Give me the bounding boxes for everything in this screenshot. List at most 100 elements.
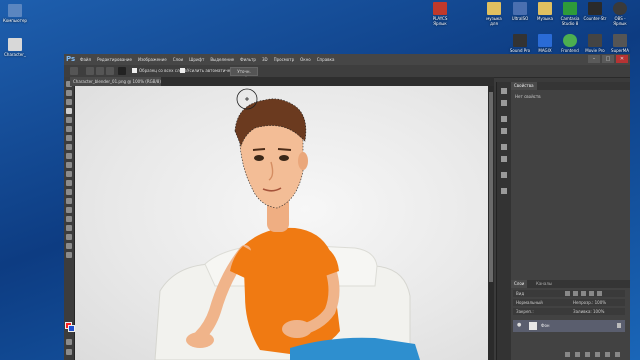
gradient-tool-icon[interactable] bbox=[66, 180, 72, 186]
menu-view[interactable]: Просмотр bbox=[274, 57, 295, 62]
eraser-tool-icon[interactable] bbox=[66, 171, 72, 177]
quick-selection-tool-icon[interactable] bbox=[66, 108, 72, 114]
maximize-button[interactable]: □ bbox=[602, 55, 614, 63]
add-mask-icon[interactable] bbox=[585, 352, 590, 357]
dodge-tool-icon[interactable] bbox=[66, 198, 72, 204]
blend-mode-select[interactable]: Нормальный bbox=[513, 300, 543, 305]
vertical-scrollbar[interactable] bbox=[488, 86, 494, 360]
adjustment-layer-icon[interactable] bbox=[595, 352, 600, 357]
right-eye bbox=[279, 155, 289, 161]
refine-edge-button[interactable]: Уточн. край... bbox=[230, 67, 258, 81]
desktop-icon-music-folder[interactable]: музыка для bbox=[482, 2, 506, 26]
desktop-icon-magix[interactable]: MAGIX bbox=[533, 34, 557, 53]
window-controls: – □ ✕ bbox=[588, 55, 628, 63]
menu-filter[interactable]: Фильтр bbox=[240, 57, 256, 62]
desktop-icon-camtasia[interactable]: Camtasia Studio 8 bbox=[558, 2, 582, 26]
shape-tool-icon[interactable] bbox=[66, 234, 72, 240]
layer-style-icon[interactable] bbox=[575, 352, 580, 357]
marquee-tool-icon[interactable] bbox=[66, 90, 72, 96]
new-group-icon[interactable] bbox=[605, 352, 610, 357]
brush-presets-icon[interactable] bbox=[501, 156, 507, 162]
auto-enhance-checkbox[interactable] bbox=[180, 68, 185, 73]
layer-kind-filter[interactable]: Вид bbox=[513, 291, 524, 296]
quick-mask-icon[interactable] bbox=[66, 339, 72, 345]
tab-layers[interactable]: Слои bbox=[511, 280, 528, 288]
visibility-eye-icon[interactable]: ● bbox=[517, 323, 522, 328]
filter-pixel-icon[interactable] bbox=[565, 291, 570, 296]
sound-pro-icon bbox=[513, 34, 527, 47]
menu-window[interactable]: Окно bbox=[300, 57, 311, 62]
filter-type-icon[interactable] bbox=[581, 291, 586, 296]
menu-3d[interactable]: 3D bbox=[262, 57, 268, 62]
menu-select[interactable]: Выделение bbox=[210, 57, 234, 62]
brush-size-icon[interactable] bbox=[118, 67, 126, 75]
opacity-field[interactable]: Непрозр.: 100% bbox=[573, 299, 606, 306]
desktop-icon-counter-strike[interactable]: Counter-Str bbox=[583, 2, 607, 21]
menu-file[interactable]: Файл bbox=[80, 57, 91, 62]
minimize-button[interactable]: – bbox=[588, 55, 600, 63]
add-to-selection-icon[interactable] bbox=[96, 67, 104, 75]
menu-image[interactable]: Изображение bbox=[138, 57, 167, 62]
path-selection-tool-icon[interactable] bbox=[66, 225, 72, 231]
menu-type[interactable]: Шрифт bbox=[189, 57, 204, 62]
filter-adjustment-icon[interactable] bbox=[573, 291, 578, 296]
photoshop-logo: Ps bbox=[66, 55, 76, 63]
filter-smart-icon[interactable] bbox=[597, 291, 602, 296]
clone-stamp-tool-icon[interactable] bbox=[66, 153, 72, 159]
delete-layer-icon[interactable] bbox=[615, 352, 620, 357]
close-button[interactable]: ✕ bbox=[616, 55, 628, 63]
menu-help[interactable]: Справка bbox=[317, 57, 335, 62]
menu-bar: Ps Файл Редактирование Изображение Слои … bbox=[64, 54, 630, 65]
desktop-icon-superma[interactable]: SuperMA bbox=[608, 34, 632, 53]
eyedropper-tool-icon[interactable] bbox=[66, 126, 72, 132]
superma-icon bbox=[613, 34, 627, 47]
menu-edit[interactable]: Редактирование bbox=[97, 57, 132, 62]
desktop-icon-playcs[interactable]: PLAYCS Ярлык bbox=[428, 2, 452, 26]
clone-source-icon[interactable] bbox=[501, 172, 507, 178]
crop-tool-icon[interactable] bbox=[66, 117, 72, 123]
tab-channels[interactable]: Каналы bbox=[533, 280, 555, 288]
scrollbar-thumb[interactable] bbox=[489, 92, 493, 282]
healing-brush-tool-icon[interactable] bbox=[66, 135, 72, 141]
blur-tool-icon[interactable] bbox=[66, 189, 72, 195]
link-layers-icon[interactable] bbox=[565, 352, 570, 357]
screen-mode-icon[interactable] bbox=[66, 349, 72, 355]
history-brush-tool-icon[interactable] bbox=[66, 162, 72, 168]
desktop-icon-ultraiso[interactable]: UltraISO bbox=[508, 2, 532, 21]
document-tab[interactable]: Character_blender_01.png @ 100% (RGB/8) … bbox=[70, 77, 161, 86]
desktop-icon-music[interactable]: Музыка bbox=[533, 2, 557, 21]
layer-row-background[interactable]: ● Фон bbox=[513, 320, 625, 332]
sample-all-layers-checkbox[interactable] bbox=[132, 68, 137, 73]
desktop-icon-character-file[interactable]: Character_ bbox=[3, 38, 27, 57]
background-color-swatch[interactable] bbox=[68, 325, 75, 332]
character-panel-icon[interactable] bbox=[501, 128, 507, 134]
desktop-icon-movie-pro[interactable]: Movie Pro bbox=[583, 34, 607, 53]
desktop-icon-sound-pro[interactable]: Sound Pro bbox=[508, 34, 532, 53]
no-properties-text: Нет свойств bbox=[515, 94, 541, 99]
swatches-panel-icon[interactable] bbox=[501, 188, 507, 194]
menu-layer[interactable]: Слои bbox=[173, 57, 183, 62]
camtasia-icon bbox=[563, 2, 577, 15]
document-canvas[interactable] bbox=[75, 86, 494, 360]
history-panel-icon[interactable] bbox=[501, 88, 507, 94]
paragraph-panel-icon[interactable] bbox=[501, 116, 507, 122]
fill-field[interactable]: Заливка: 100% bbox=[573, 308, 604, 315]
tab-properties[interactable]: Свойства bbox=[511, 82, 537, 90]
lasso-tool-icon[interactable] bbox=[66, 99, 72, 105]
subtract-selection-icon[interactable] bbox=[106, 67, 114, 75]
character-image bbox=[154, 88, 420, 360]
type-tool-icon[interactable] bbox=[66, 216, 72, 222]
new-selection-icon[interactable] bbox=[86, 67, 94, 75]
brush-tool-icon[interactable] bbox=[66, 144, 72, 150]
filter-shape-icon[interactable] bbox=[589, 291, 594, 296]
quick-selection-preset-icon[interactable] bbox=[70, 67, 78, 75]
brush-panel-icon[interactable] bbox=[501, 144, 507, 150]
zoom-tool-icon[interactable] bbox=[66, 252, 72, 258]
desktop-icon-obs[interactable]: OBS - Ярлык bbox=[608, 2, 632, 26]
pen-tool-icon[interactable] bbox=[66, 207, 72, 213]
desktop-icon-label: SuperMA bbox=[611, 48, 629, 53]
properties-panel-icon[interactable] bbox=[501, 100, 507, 106]
desktop-icon-frontend[interactable]: Frontend bbox=[558, 34, 582, 53]
desktop-icon-computer[interactable]: Компьютер bbox=[3, 4, 27, 23]
hand-tool-icon[interactable] bbox=[66, 243, 72, 249]
